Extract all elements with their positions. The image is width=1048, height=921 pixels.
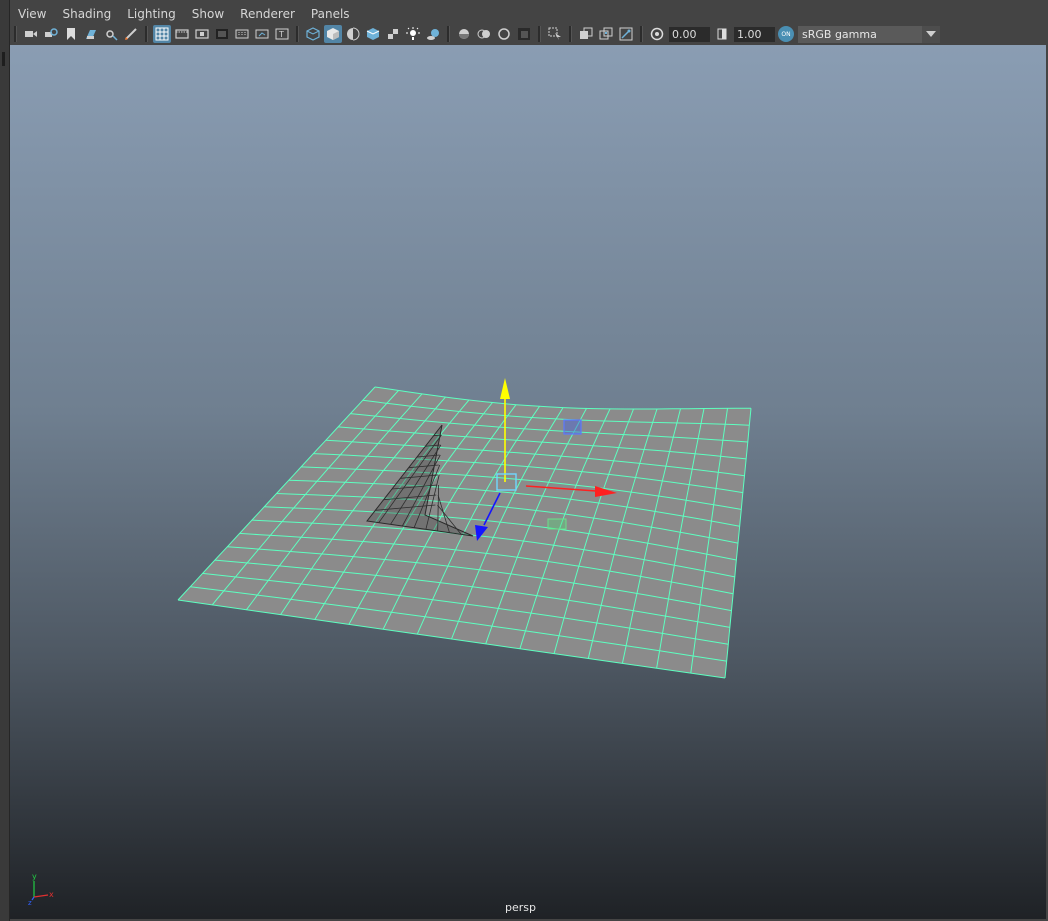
grid-icon[interactable] [153,25,171,43]
film-gate-icon[interactable] [173,25,191,43]
axis-y-label: y [32,872,37,881]
exposure-field[interactable]: 0.00 [669,26,710,42]
toolbar-separator [145,26,148,42]
multisample-aa-icon[interactable] [495,25,513,43]
2d-pan-zoom-icon[interactable] [102,25,120,43]
smooth-shade-icon[interactable] [324,25,342,43]
textured-icon[interactable] [384,25,402,43]
wireframe-icon[interactable] [304,25,322,43]
axis-z-line [31,896,35,901]
axis-x-label: x [49,890,54,899]
toolbar-separator [640,26,643,42]
motion-blur-icon[interactable] [475,25,493,43]
view-axis-indicator: y x z [28,867,68,911]
axis-x-line [33,894,49,898]
toolbar-separator [538,26,541,42]
safe-title-icon[interactable]: T [273,25,291,43]
panel-left-edge [0,0,10,921]
chevron-down-icon[interactable] [922,25,940,43]
toolbar-separator [14,26,17,42]
wireframe-on-shaded-icon[interactable] [364,25,382,43]
color-management-badge: ON [781,30,791,38]
menu-show[interactable]: Show [184,4,232,25]
default-material-icon[interactable] [344,25,362,43]
color-space-dropdown[interactable]: sRGB gamma [798,25,940,43]
pivot-handle-blue[interactable] [563,419,582,435]
panel-toolbar: T 0.00 1.00 ON sRGB gamma [10,23,1048,45]
pivot-handle-green[interactable] [547,518,567,530]
svg-text:T: T [278,30,284,39]
menu-view[interactable]: View [10,4,54,25]
panel-menubar: View Shading Lighting Show Renderer Pane… [10,4,1048,25]
menu-panels[interactable]: Panels [303,4,358,25]
safe-action-icon[interactable] [253,25,271,43]
resolution-gate-icon[interactable] [193,25,211,43]
screen-space-ao-icon[interactable] [455,25,473,43]
depth-of-field-icon[interactable] [515,25,533,43]
isolate-select-icon[interactable] [546,25,564,43]
gate-mask-icon[interactable] [213,25,231,43]
xray-active-components-icon[interactable] [597,25,615,43]
field-chart-icon[interactable] [233,25,251,43]
color-space-value: sRGB gamma [802,27,877,41]
toolbar-separator [296,26,299,42]
menu-lighting[interactable]: Lighting [119,4,184,25]
menu-renderer[interactable]: Renderer [232,4,303,25]
gamma-field[interactable]: 1.00 [734,26,775,42]
scene-canvas[interactable] [10,45,1046,919]
image-plane-icon[interactable] [82,25,100,43]
axis-z-label: z [28,899,32,907]
xray-icon[interactable] [577,25,595,43]
perspective-viewport[interactable]: y x z persp [10,45,1046,919]
menu-shading[interactable]: Shading [54,4,119,25]
grease-pencil-icon[interactable] [122,25,140,43]
shadows-icon[interactable] [424,25,442,43]
xray-joints-icon[interactable] [617,25,635,43]
panel-resize-handle[interactable] [2,52,5,66]
exposure-icon[interactable] [648,25,666,43]
color-management-icon[interactable]: ON [778,26,794,42]
bookmarks-icon[interactable] [62,25,80,43]
toolbar-separator [569,26,572,42]
toolbar-separator [447,26,450,42]
manip-y-arrow[interactable] [500,378,510,399]
use-lights-icon[interactable] [404,25,422,43]
camera-attributes-icon[interactable] [42,25,60,43]
camera-select-icon[interactable] [22,25,40,43]
gamma-icon[interactable] [713,25,731,43]
camera-name-label: persp [505,901,536,914]
